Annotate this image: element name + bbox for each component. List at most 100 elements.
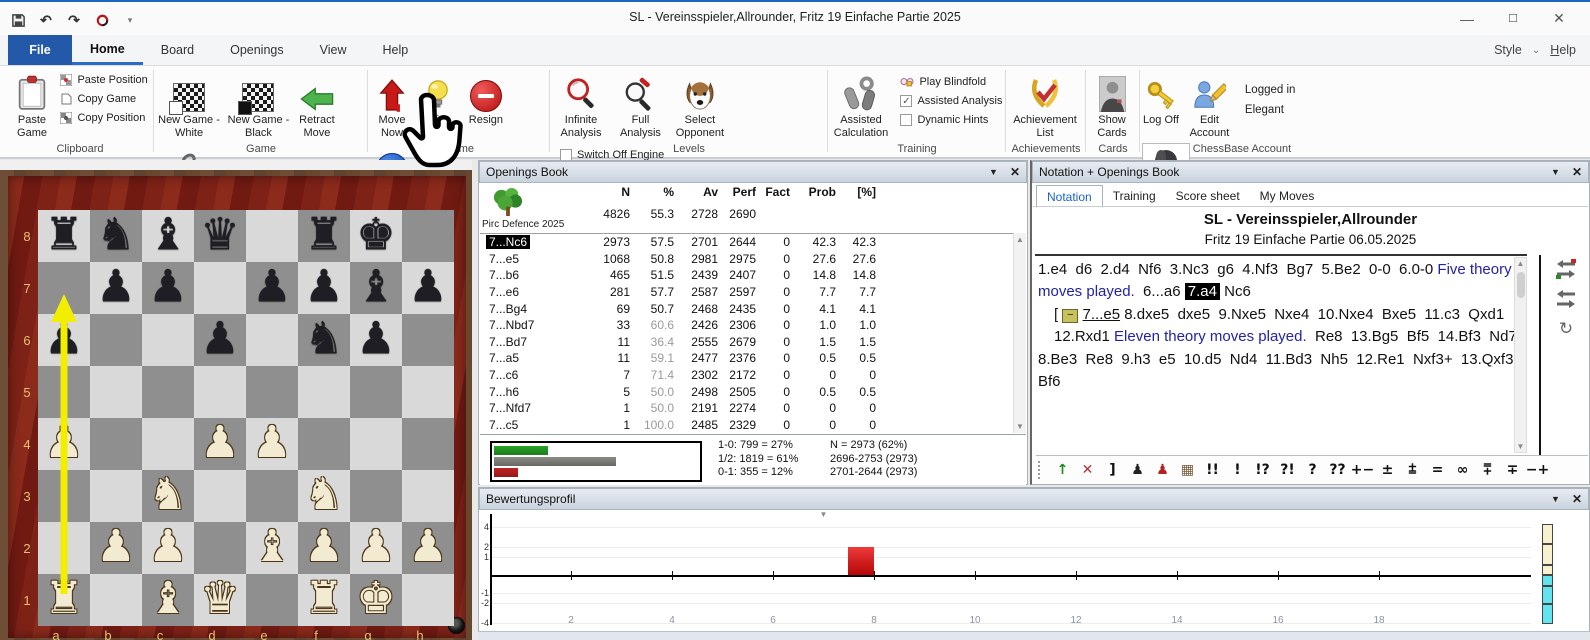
board-square-f7[interactable]: ♟ <box>298 262 350 314</box>
notation-text[interactable]: 1.e4 d6 2.d4 Nf6 3.Nc3 g6 4.Nf3 Bg7 5.Be… <box>1038 261 1437 278</box>
nag-unclear[interactable]: ∞ <box>1450 462 1475 478</box>
menu-tab-home[interactable]: Home <box>72 35 143 65</box>
book-col-Perf[interactable]: Perf <box>722 185 760 199</box>
nag-white-winning[interactable]: +− <box>1350 462 1375 478</box>
board-square-a4[interactable]: ♟ <box>38 418 90 470</box>
nag-mistake[interactable]: ? <box>1300 462 1325 478</box>
white-piece-e2[interactable]: ♝ <box>246 522 298 574</box>
log-off-button[interactable]: Log Off <box>1142 70 1180 127</box>
move-notation[interactable]: 1.e4 d6 2.d4 Nf6 3.Nc3 g6 4.Nf3 Bg7 5.Be… <box>1038 259 1526 451</box>
black-piece-g6[interactable]: ♟ <box>350 314 402 366</box>
panel-close-icon[interactable]: ✕ <box>1572 492 1582 506</box>
book-row-7Bd7[interactable]: 7...Bd7 11 36.4 2555 2679 0 1.5 1.5 <box>480 334 1013 351</box>
board-square-b7[interactable]: ♟ <box>90 262 142 314</box>
board-square-a5[interactable] <box>38 366 90 418</box>
board-square-f4[interactable] <box>298 418 350 470</box>
notation-text[interactable]: [ <box>1054 306 1062 323</box>
book-move-list[interactable]: 7...Nc6 2973 57.5 2701 2644 0 42.3 42.3 7...e5 10… <box>480 233 1013 434</box>
board-square-e2[interactable]: ♝ <box>246 522 298 574</box>
board-square-c7[interactable]: ♟ <box>142 262 194 314</box>
retract-move-button[interactable]: Retract Move <box>295 70 339 139</box>
nag-white-slightly-better[interactable]: ⩲ <box>1400 462 1425 478</box>
close-button[interactable]: ✕ <box>1536 2 1582 35</box>
copy-game-button[interactable]: Copy Game <box>60 93 147 105</box>
notation-text[interactable]: 6...a6 <box>1135 283 1185 300</box>
nag-dubious[interactable]: ?! <box>1275 462 1300 478</box>
black-piece-h7[interactable]: ♟ <box>402 262 454 314</box>
board-square-g8[interactable]: ♚ <box>350 210 402 262</box>
board-square-d3[interactable] <box>194 470 246 522</box>
book-row-7c5[interactable]: 7...c5 1 100.0 2485 2329 0 0 0 <box>480 417 1013 434</box>
board-square-c8[interactable]: ♝ <box>142 210 194 262</box>
style-caret-icon[interactable]: ⌄ <box>1532 45 1540 56</box>
full-analysis-button[interactable]: Full Analysis <box>614 70 666 139</box>
book-row-7b6[interactable]: 7...b6 465 51.5 2439 2407 0 14.8 14.8 <box>480 267 1013 284</box>
board-square-e8[interactable] <box>246 210 298 262</box>
scrollbar-thumb[interactable] <box>1517 272 1525 298</box>
dynamic-hints-checkbox-training[interactable]: Dynamic Hints <box>900 114 1002 126</box>
board-square-d4[interactable]: ♟ <box>194 418 246 470</box>
board-square-g5[interactable] <box>350 366 402 418</box>
nag-black-winning[interactable]: −+ <box>1525 462 1550 478</box>
black-piece-e7[interactable]: ♟ <box>246 262 298 314</box>
black-piece-a6[interactable]: ♟ <box>38 314 90 366</box>
book-row-7c6[interactable]: 7...c6 7 71.4 2302 2172 0 0 0 <box>480 367 1013 384</box>
book-row-7a5[interactable]: 7...a5 11 59.1 2477 2376 0 0.5 0.5 <box>480 350 1013 367</box>
nag-brilliant[interactable]: !! <box>1200 462 1225 478</box>
move-now-button[interactable]: Move Now <box>370 70 414 139</box>
book-row-7h6[interactable]: 7...h6 5 50.0 2498 2505 0 0.5 0.5 <box>480 383 1013 400</box>
new-game-black-button[interactable]: New Game - Black <box>226 70 290 139</box>
nag-black-better[interactable]: ∓ <box>1500 462 1525 478</box>
toolbar-drag-handle[interactable] <box>1038 461 1046 479</box>
book-scrollbar[interactable]: ▲ ▼ <box>1013 233 1026 433</box>
board-square-h1[interactable] <box>402 574 454 626</box>
black-piece-b7[interactable]: ♟ <box>90 262 142 314</box>
panel-collapse-icon[interactable]: ▼ <box>989 167 998 177</box>
white-piece-c3[interactable]: ♞ <box>142 470 194 522</box>
menu-tab-openings[interactable]: Openings <box>212 35 302 65</box>
menu-tab-help[interactable]: Help <box>364 35 426 65</box>
notation-tab-training[interactable]: Training <box>1103 185 1166 206</box>
nag-good[interactable]: ! <box>1225 462 1250 478</box>
select-opponent-button[interactable]: Select Opponent <box>671 70 729 139</box>
nag-equal[interactable]: = <box>1425 462 1450 478</box>
compare-moves-icon[interactable] <box>1555 259 1577 279</box>
notation-tab-notation[interactable]: Notation <box>1036 185 1103 208</box>
notation-text[interactable]: Re8 13.Bg5 Bf5 14.Bf3 Nd7 ] <box>1307 328 1525 345</box>
board-square-e4[interactable]: ♟ <box>246 418 298 470</box>
board-square-h2[interactable]: ♟ <box>402 522 454 574</box>
help-menu[interactable]: Help <box>1550 43 1576 57</box>
book-row-7Bg4[interactable]: 7...Bg4 69 50.7 2468 2435 0 4.1 4.1 <box>480 300 1013 317</box>
evaluation-chart[interactable]: 4 2 1 -1 -2 -4 2 4 6 8 10 12 14 16 18 ▼ <box>479 510 1589 631</box>
nag-black-slightly-better[interactable]: ⩱ <box>1475 462 1500 478</box>
board-square-c4[interactable] <box>142 418 194 470</box>
board-square-a8[interactable]: ♜ <box>38 210 90 262</box>
board-square-b1[interactable] <box>90 574 142 626</box>
openings-book-title-bar[interactable]: Openings Book ▼ ✕ <box>479 161 1027 183</box>
panel-close-icon[interactable]: ✕ <box>1572 165 1582 179</box>
board-square-d8[interactable]: ♛ <box>194 210 246 262</box>
white-piece-c2[interactable]: ♟ <box>142 522 194 574</box>
board-square-f1[interactable]: ♜ <box>298 574 350 626</box>
black-piece-f7[interactable]: ♟ <box>298 262 350 314</box>
show-cards-button[interactable]: Show Cards <box>1088 70 1136 139</box>
board-square-a7[interactable] <box>38 262 90 314</box>
white-piece-b2[interactable]: ♟ <box>90 522 142 574</box>
board-square-h3[interactable] <box>402 470 454 522</box>
board-square-c2[interactable]: ♟ <box>142 522 194 574</box>
board-square-c3[interactable]: ♞ <box>142 470 194 522</box>
book-col-Prob[interactable]: Prob <box>794 185 840 199</box>
nag-interesting[interactable]: !? <box>1250 462 1275 478</box>
edit-account-button[interactable]: Edit Account <box>1184 70 1234 139</box>
book-col-pctpctpct[interactable]: [%] <box>840 185 880 199</box>
board-square-f6[interactable]: ♞ <box>298 314 350 366</box>
menu-tab-view[interactable]: View <box>302 35 365 65</box>
board-square-g4[interactable] <box>350 418 402 470</box>
black-piece-d6[interactable]: ♟ <box>194 314 246 366</box>
white-piece-g2[interactable]: ♟ <box>350 522 402 574</box>
white-piece-e4[interactable]: ♟ <box>246 418 298 470</box>
panel-close-icon[interactable]: ✕ <box>1010 165 1020 179</box>
paste-game-button[interactable]: Paste Game <box>8 70 56 139</box>
board-square-h8[interactable] <box>402 210 454 262</box>
white-piece-f2[interactable]: ♟ <box>298 522 350 574</box>
